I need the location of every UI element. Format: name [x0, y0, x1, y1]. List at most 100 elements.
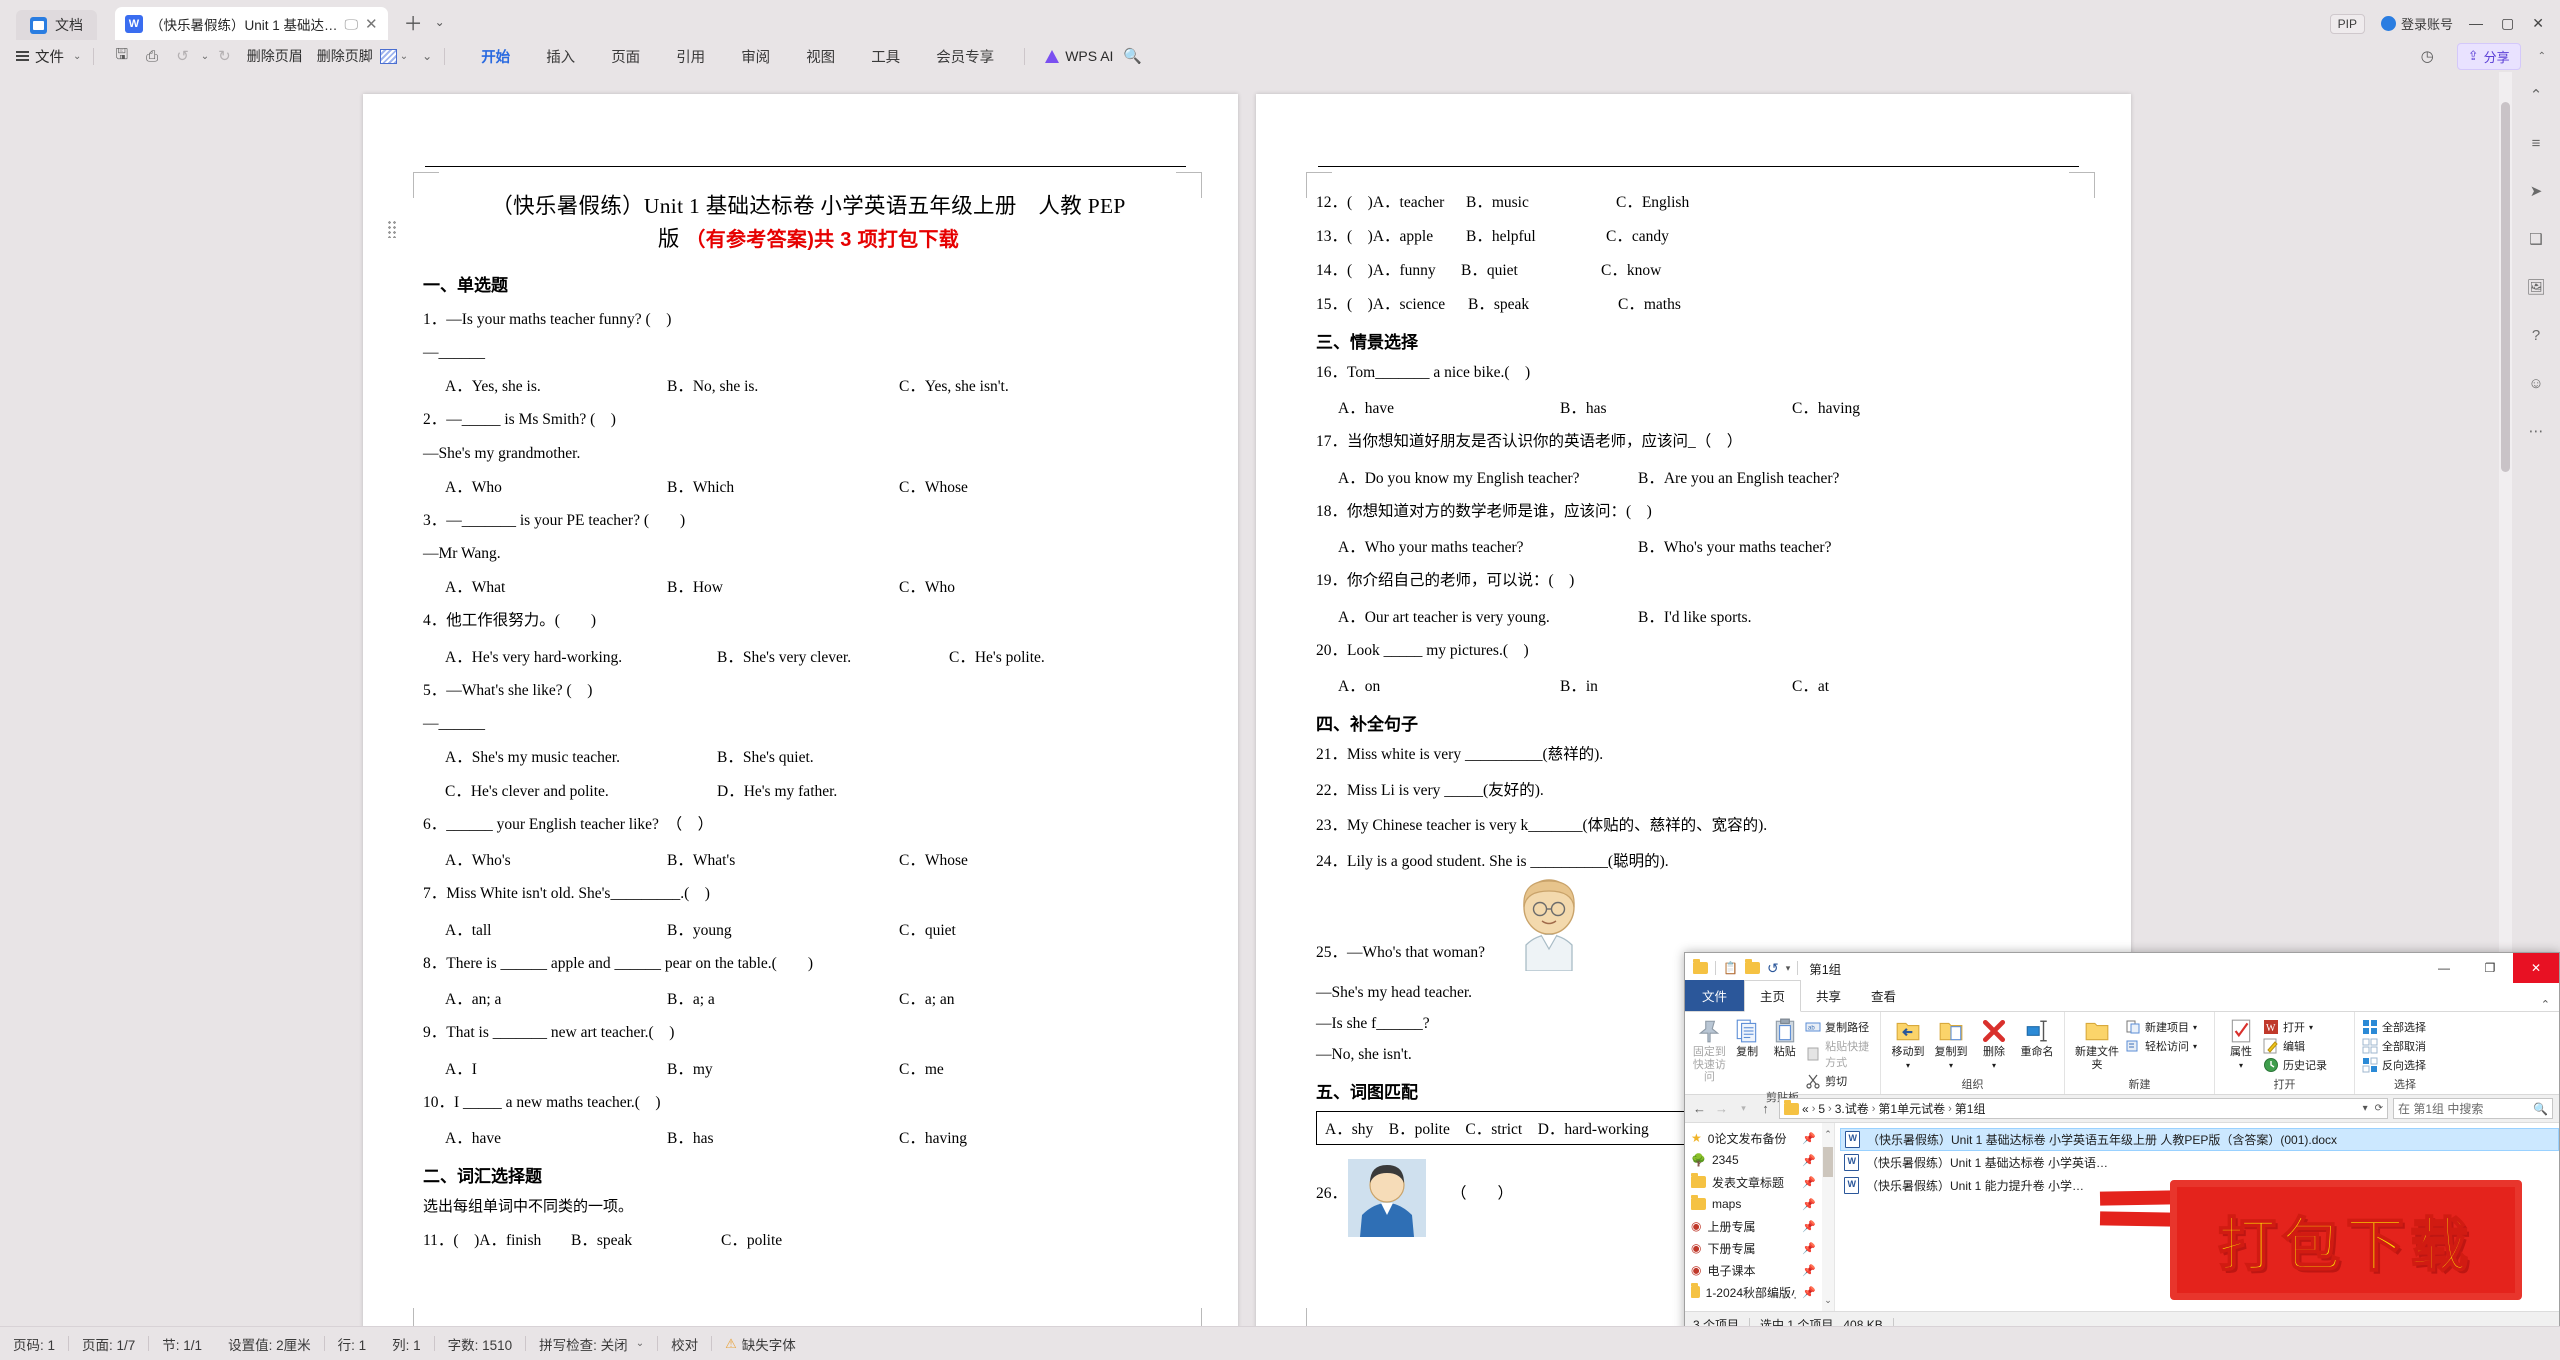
nav-item-1[interactable]: 🌳 2345 📌 [1691, 1149, 1834, 1171]
layers-icon[interactable]: ≡ [2525, 132, 2547, 154]
chevron-up-icon[interactable]: ⌃ [2538, 51, 2546, 62]
chevron-down-icon[interactable]: ▾ [2239, 1061, 2243, 1070]
copy-button[interactable]: 复制 [1730, 1015, 1765, 1059]
login-button[interactable]: 登录账号 [2381, 14, 2453, 33]
file-list-item[interactable]: （快乐暑假练）Unit 1 基础达标卷 小学英语五年级上册 人教PEP版（含答案… [1840, 1128, 2559, 1151]
forward-arrow-icon[interactable]: → [1713, 1101, 1730, 1116]
nav-item-2[interactable]: 发表文章标题 📌 [1691, 1171, 1834, 1193]
select-none-button[interactable]: 全部取消 [2362, 1038, 2426, 1054]
undo-dropdown-icon[interactable]: ⌄ [201, 51, 209, 62]
share-button[interactable]: ⇪ 分享 [2456, 42, 2521, 70]
tab-view[interactable]: 视图 [788, 43, 853, 70]
plus-icon[interactable]: ＋ [404, 9, 423, 36]
nav-item-5[interactable]: ◉ 下册专属 📌 [1691, 1237, 1834, 1259]
rename-button[interactable]: 重命名 [2017, 1015, 2057, 1059]
cursor-icon[interactable]: ➤ [2525, 180, 2547, 202]
pin-icon[interactable]: 📌 [1802, 1176, 1816, 1189]
paste-button[interactable]: 粘贴 [1767, 1015, 1802, 1059]
move-to-button[interactable]: 移动到 ▾ [1888, 1015, 1928, 1070]
chevron-down-icon[interactable]: ⌄ [435, 15, 445, 29]
nav-pane-scrollbar[interactable]: ⌃ ⌄ [1822, 1123, 1834, 1311]
print-preview-icon[interactable]: ⎙ [146, 48, 158, 65]
history-button[interactable]: 历史记录 [2263, 1057, 2327, 1073]
highlight-dropdown-icon[interactable]: ⌄ [400, 51, 408, 62]
help-icon[interactable]: ◷ [2421, 47, 2434, 65]
chevron-down-icon[interactable]: ⌄ [422, 49, 432, 63]
back-arrow-icon[interactable]: ← [1691, 1101, 1708, 1116]
undo-icon[interactable]: ↺ [176, 47, 189, 65]
edit-button[interactable]: 编辑 [2263, 1038, 2327, 1054]
help-icon[interactable]: ? [2525, 324, 2547, 346]
shapes-icon[interactable]: ❑ [2525, 228, 2547, 250]
status-proofread[interactable]: 校对 [658, 1334, 711, 1354]
minimize-button[interactable]: — [2469, 15, 2483, 32]
pin-icon[interactable]: 📌 [1802, 1154, 1816, 1167]
tab-home[interactable]: 主页 [1744, 980, 1802, 1012]
breadcrumb-item-3[interactable]: 第1组 [1955, 1100, 1986, 1117]
delete-button[interactable]: 删除 ▾ [1974, 1015, 2014, 1070]
chevron-down-icon[interactable]: ▾ [1906, 1061, 1910, 1070]
maximize-button[interactable]: ❐ [2467, 953, 2513, 983]
properties-button[interactable]: 属性 ▾ [2222, 1015, 2260, 1070]
search-input[interactable]: 在 第1组 中搜索 🔍 [2393, 1098, 2553, 1119]
tab-share[interactable]: 共享 [1801, 981, 1856, 1011]
breadcrumb-item-1[interactable]: 3.试卷 [1835, 1100, 1869, 1117]
file-list-item[interactable]: （快乐暑假练）Unit 1 基础达标卷 小学英语… [1840, 1151, 2559, 1174]
highlight-pattern-icon[interactable] [379, 48, 397, 64]
tab-tools[interactable]: 工具 [853, 43, 918, 70]
image-icon[interactable]: 🖼 [2525, 276, 2547, 298]
file-menu-button[interactable]: 文件 ⌄ [16, 46, 81, 67]
breadcrumb[interactable]: « › 5 › 3.试卷 › 第1单元试卷 › 第1组 ▾ ⟳ [1779, 1098, 2388, 1119]
nav-item-3[interactable]: maps 📌 [1691, 1193, 1834, 1215]
restore-icon[interactable]: 🖵 [345, 17, 359, 31]
tab-start[interactable]: 开始 [463, 43, 528, 70]
properties-icon[interactable]: 📋 [1723, 961, 1738, 975]
app-home-chip[interactable]: 文档 [16, 10, 97, 40]
pin-icon[interactable]: 📌 [1802, 1242, 1816, 1255]
new-item-button[interactable]: 新建项目 ▾ [2125, 1019, 2197, 1035]
tab-member[interactable]: 会员专享 [918, 43, 1012, 70]
status-spellcheck[interactable]: 拼写检查: 关闭 ⌄ [526, 1334, 657, 1354]
invert-selection-button[interactable]: 反向选择 [2362, 1057, 2426, 1073]
breadcrumb-item-0[interactable]: 5 [1818, 1102, 1825, 1116]
new-folder-icon[interactable] [1744, 959, 1760, 974]
copy-to-button[interactable]: 复制到 ▾ [1931, 1015, 1971, 1070]
close-button[interactable]: ✕ [2513, 953, 2559, 983]
minimize-button[interactable]: — [2421, 953, 2467, 983]
scroll-down-icon[interactable]: ⌄ [1822, 1293, 1834, 1307]
select-all-button[interactable]: 全部选择 [2362, 1019, 2426, 1035]
pin-icon[interactable]: 📌 [1802, 1132, 1816, 1145]
redo-icon[interactable]: ↻ [218, 47, 231, 65]
search-icon[interactable]: 🔍 [1123, 47, 1142, 65]
scrollbar-thumb[interactable] [2501, 102, 2510, 472]
open-with-button[interactable]: W 打开 ▾ [2263, 1019, 2327, 1035]
scroll-up-icon[interactable]: ⌃ [1822, 1127, 1834, 1141]
easy-access-button[interactable]: 轻松访问 ▾ [2125, 1038, 2197, 1054]
document-tab[interactable]: W （快乐暑假练）Unit 1 基础达… 🖵 ✕ [115, 7, 388, 40]
close-icon[interactable]: ✕ [365, 15, 378, 33]
tab-review[interactable]: 审阅 [723, 43, 788, 70]
status-missing-font[interactable]: ⚠ 缺失字体 [712, 1334, 809, 1354]
tab-file[interactable]: 文件 [1685, 980, 1745, 1011]
save-icon[interactable]: 🖫 [115, 44, 128, 69]
pip-button[interactable]: PIP [2329, 13, 2366, 34]
close-button[interactable]: ✕ [2532, 15, 2544, 32]
breadcrumb-item-2[interactable]: 第1单元试卷 [1878, 1100, 1945, 1117]
tab-insert[interactable]: 插入 [528, 43, 593, 70]
refresh-icon[interactable]: ⟳ [2375, 1103, 2383, 1114]
customize-chevron-icon[interactable]: ▾ [1786, 963, 1791, 974]
chevron-down-icon[interactable]: ▾ [1992, 1061, 1996, 1070]
cut-button[interactable]: 剪切 [1805, 1073, 1873, 1089]
chevron-down-icon[interactable]: ▾ [2193, 1023, 2197, 1032]
chevron-down-icon[interactable]: ▾ [2363, 1103, 2368, 1114]
more-options-icon[interactable]: ⋯ [2525, 420, 2547, 442]
tab-page[interactable]: 页面 [593, 43, 658, 70]
pin-icon[interactable]: 📌 [1802, 1220, 1816, 1233]
chevron-down-icon[interactable]: ▾ [1949, 1061, 1953, 1070]
recent-locations-icon[interactable]: ▾ [1735, 1103, 1752, 1114]
nav-item-0[interactable]: ★ 0论文发布备份 📌 [1691, 1127, 1834, 1149]
chevron-down-icon[interactable]: ▾ [2193, 1042, 2197, 1051]
delete-footer-button[interactable]: 删除页脚 [317, 46, 373, 66]
collapse-panel-icon[interactable]: ⌃ [2525, 84, 2547, 106]
paste-shortcut-button[interactable]: 粘贴快捷方式 [1805, 1038, 1873, 1070]
